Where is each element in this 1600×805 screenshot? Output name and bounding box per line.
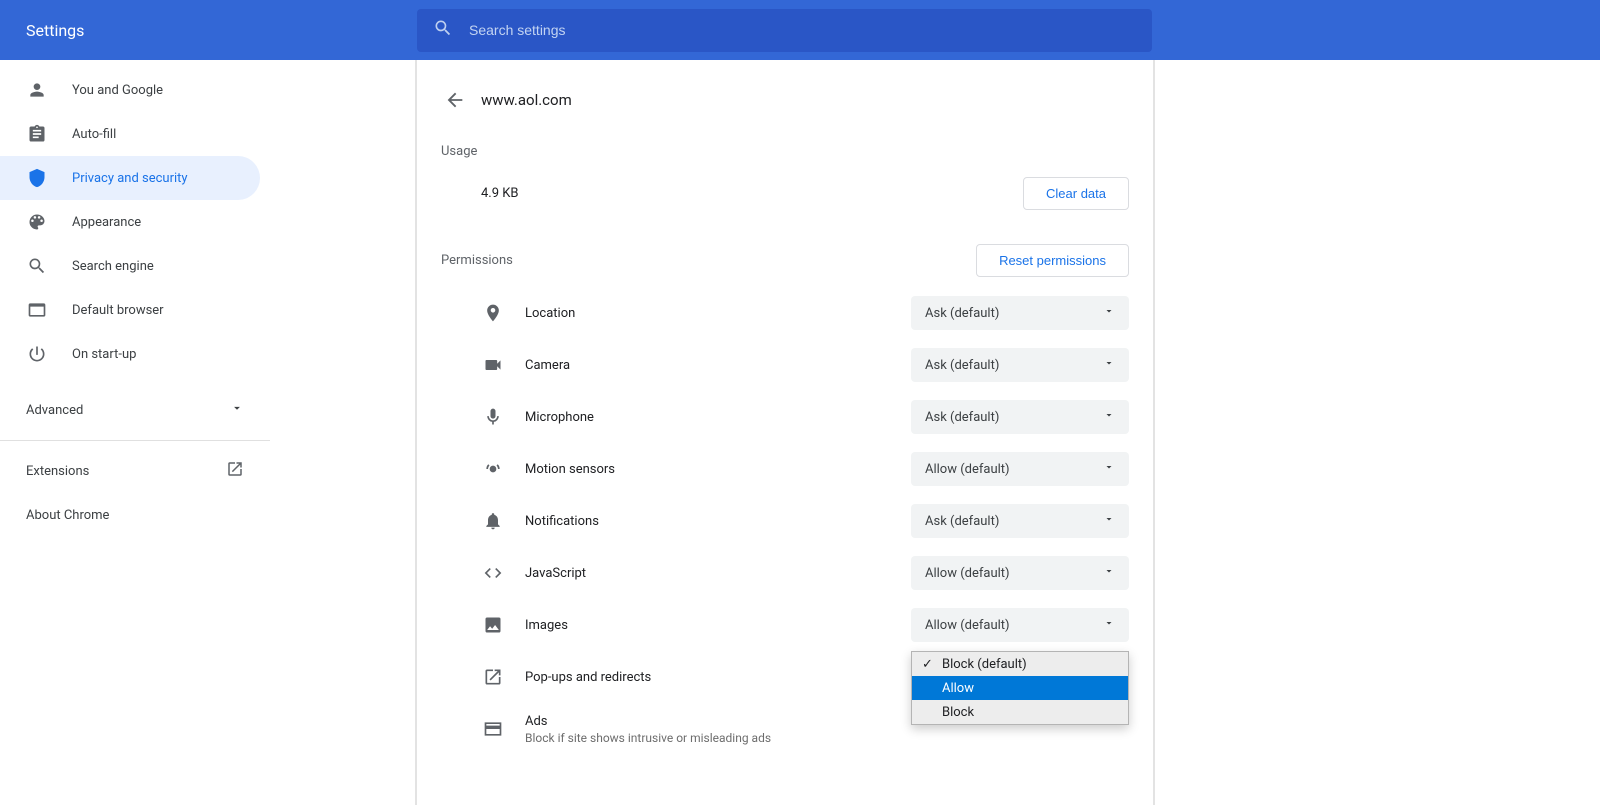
divider (0, 440, 270, 441)
perm-label: Notifications (525, 514, 911, 529)
search-box[interactable] (417, 9, 1152, 52)
sidebar-item-you-and-google[interactable]: You and Google (0, 68, 260, 112)
chevron-down-icon (1103, 357, 1115, 373)
perm-row-location: Location Ask (default) (417, 287, 1153, 339)
popup-icon (481, 667, 505, 687)
external-link-icon (226, 460, 244, 482)
perm-label: Pop-ups and redirects (525, 670, 911, 685)
sidebar-item-privacy[interactable]: Privacy and security (0, 156, 260, 200)
clipboard-icon (26, 123, 48, 145)
perm-label: Ads (525, 714, 911, 729)
ads-icon (481, 719, 505, 739)
search-icon (26, 255, 48, 277)
camera-icon (481, 355, 505, 375)
sidebar-item-label: You and Google (72, 83, 163, 98)
extensions-label: Extensions (26, 464, 89, 479)
perm-select-images[interactable]: Allow (default) (911, 608, 1129, 642)
blank-area (1153, 60, 1600, 805)
location-icon (481, 303, 505, 323)
search-input[interactable] (469, 22, 1136, 38)
chevron-down-icon (1103, 461, 1115, 477)
about-label: About Chrome (26, 508, 109, 523)
sidebar-item-label: Appearance (72, 215, 141, 230)
perm-row-javascript: JavaScript Allow (default) (417, 547, 1153, 599)
sidebar-item-label: Default browser (72, 303, 164, 318)
perm-label: JavaScript (525, 566, 911, 581)
perm-label: Motion sensors (525, 462, 911, 477)
chevron-down-icon (1103, 409, 1115, 425)
permissions-section-title: Permissions Reset permissions (417, 234, 1153, 287)
bell-icon (481, 511, 505, 531)
shield-icon (26, 167, 48, 189)
advanced-label: Advanced (26, 403, 83, 418)
perm-select-javascript[interactable]: Allow (default) (911, 556, 1129, 590)
perm-row-popups: Pop-ups and redirects ✓ Block (default) … (417, 651, 1153, 703)
check-icon: ✓ (922, 657, 933, 672)
sidebar-item-search-engine[interactable]: Search engine (0, 244, 260, 288)
perm-row-camera: Camera Ask (default) (417, 339, 1153, 391)
perm-label: Images (525, 618, 911, 633)
perm-select-camera[interactable]: Ask (default) (911, 348, 1129, 382)
sidebar-item-label: Auto-fill (72, 127, 116, 142)
chevron-down-icon (1103, 513, 1115, 529)
app-header: Settings (0, 0, 1600, 60)
dropdown-popup: ✓ Block (default) Allow Block (911, 651, 1129, 725)
reset-permissions-button[interactable]: Reset permissions (976, 244, 1129, 277)
sidebar-about[interactable]: About Chrome (0, 493, 270, 537)
power-icon (26, 343, 48, 365)
sidebar-item-label: Privacy and security (72, 171, 188, 186)
perm-label: Location (525, 306, 911, 321)
chevron-down-icon (1103, 305, 1115, 321)
perm-select-microphone[interactable]: Ask (default) (911, 400, 1129, 434)
back-button[interactable] (437, 82, 473, 118)
sidebar-item-label: On start-up (72, 347, 136, 362)
clear-data-button[interactable]: Clear data (1023, 177, 1129, 210)
usage-section-title: Usage (417, 134, 1153, 169)
chevron-down-icon (1103, 565, 1115, 581)
dropdown-option-block[interactable]: Block (912, 700, 1128, 724)
perm-row-microphone: Microphone Ask (default) (417, 391, 1153, 443)
palette-icon (26, 211, 48, 233)
sidebar-item-default-browser[interactable]: Default browser (0, 288, 260, 332)
search-icon (433, 18, 453, 42)
perm-select-location[interactable]: Ask (default) (911, 296, 1129, 330)
person-icon (26, 79, 48, 101)
sidebar-item-on-startup[interactable]: On start-up (0, 332, 260, 376)
perm-select-notifications[interactable]: Ask (default) (911, 504, 1129, 538)
microphone-icon (481, 407, 505, 427)
code-icon (481, 563, 505, 583)
sidebar: You and Google Auto-fill Privacy and sec… (0, 60, 270, 805)
sidebar-item-label: Search engine (72, 259, 154, 274)
sidebar-item-appearance[interactable]: Appearance (0, 200, 260, 244)
perm-select-motion[interactable]: Allow (default) (911, 452, 1129, 486)
app-title: Settings (26, 21, 417, 40)
motion-sensor-icon (481, 459, 505, 479)
chevron-down-icon (230, 401, 244, 419)
dropdown-option-block-default[interactable]: ✓ Block (default) (912, 652, 1128, 676)
main-content: www.aol.com Usage 4.9 KB Clear data Perm… (417, 60, 1153, 805)
usage-size: 4.9 KB (481, 186, 519, 201)
dropdown-option-allow[interactable]: Allow (912, 676, 1128, 700)
sidebar-advanced[interactable]: Advanced (0, 388, 270, 432)
perm-row-notifications: Notifications Ask (default) (417, 495, 1153, 547)
perm-label: Camera (525, 358, 911, 373)
perm-row-images: Images Allow (default) (417, 599, 1153, 651)
sidebar-extensions[interactable]: Extensions (0, 449, 270, 493)
sidebar-item-autofill[interactable]: Auto-fill (0, 112, 260, 156)
site-url: www.aol.com (481, 91, 572, 109)
chevron-down-icon (1103, 617, 1115, 633)
perm-sublabel: Block if site shows intrusive or mislead… (525, 731, 911, 745)
image-icon (481, 615, 505, 635)
arrow-left-icon (444, 89, 466, 111)
browser-icon (26, 299, 48, 321)
perm-label: Microphone (525, 410, 911, 425)
perm-row-motion: Motion sensors Allow (default) (417, 443, 1153, 495)
